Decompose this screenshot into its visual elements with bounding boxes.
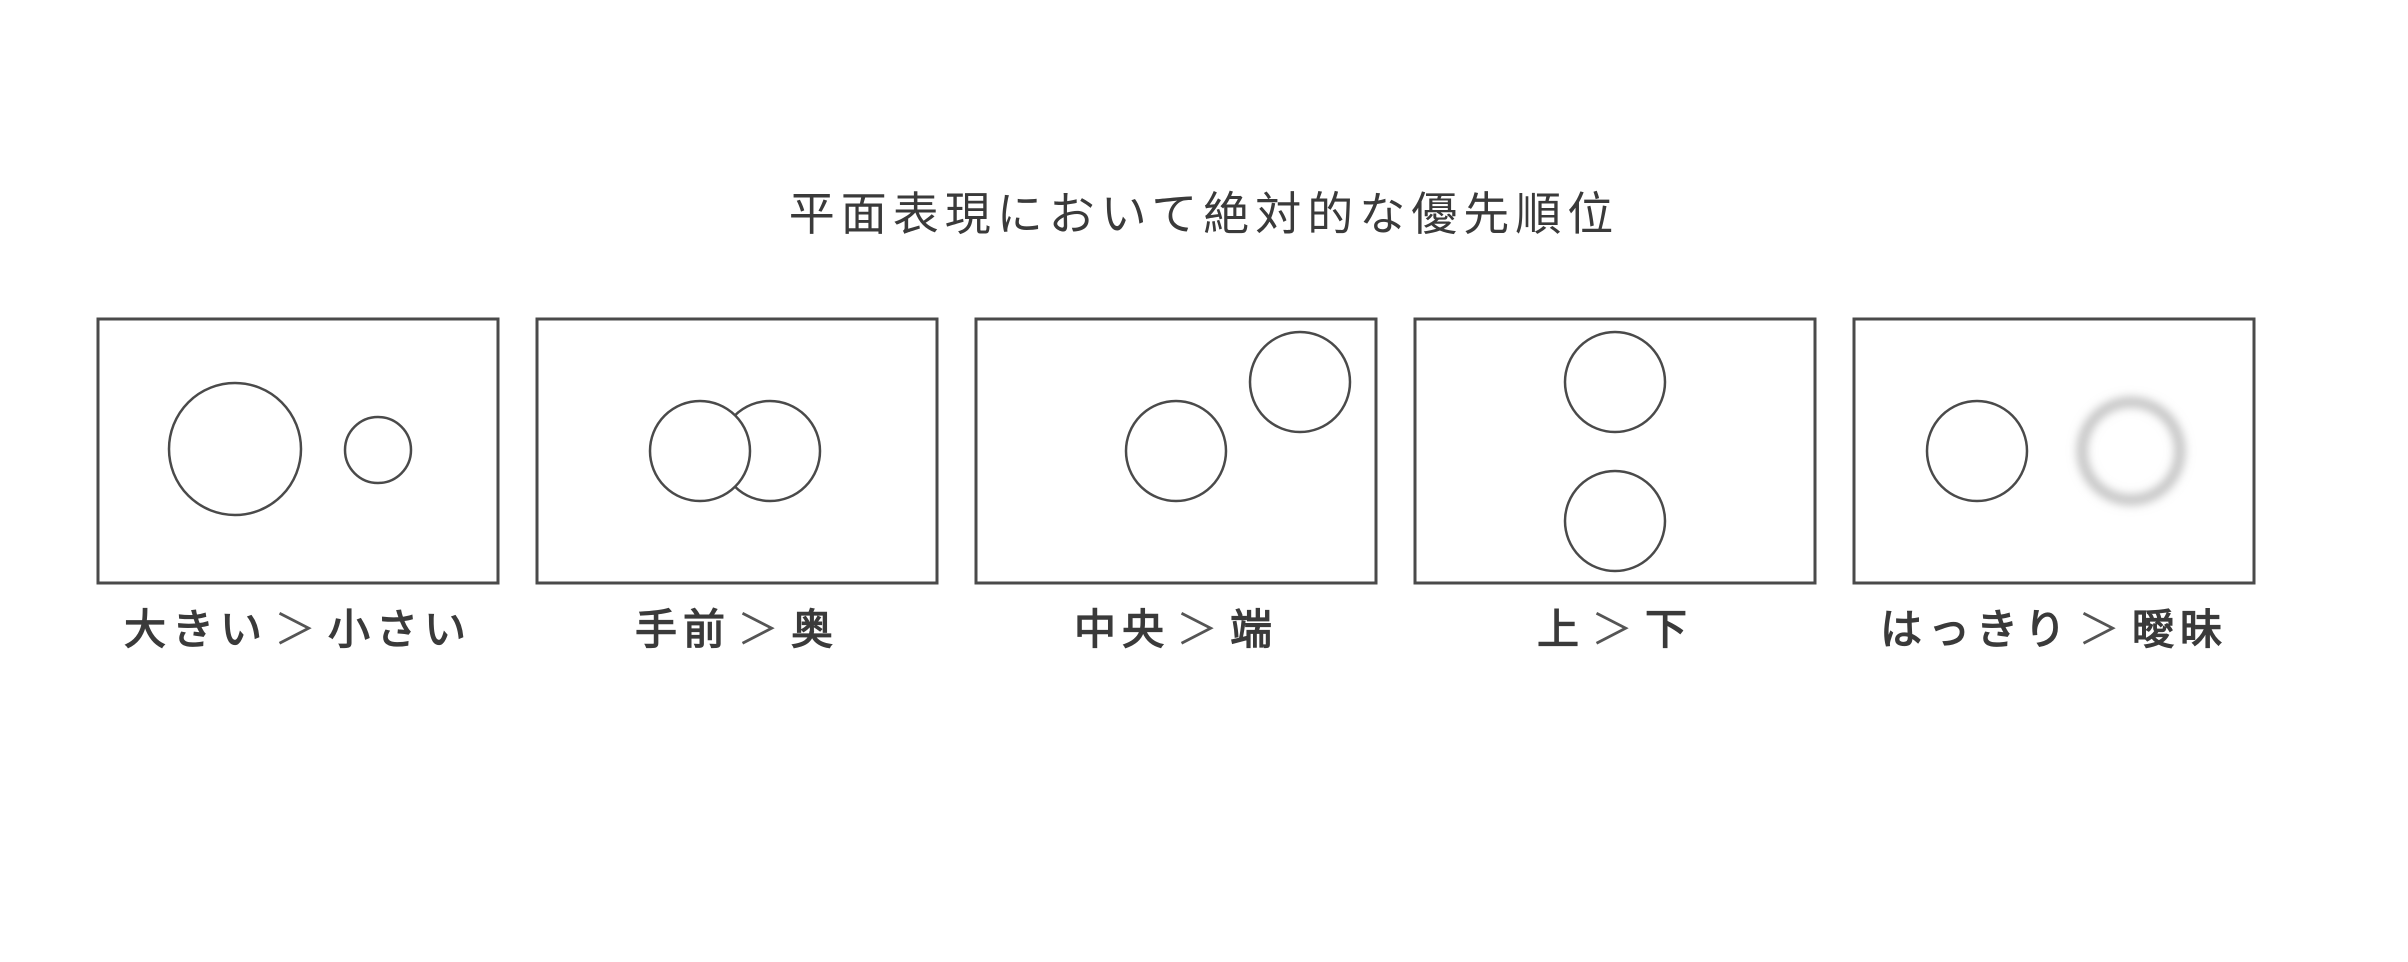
- panel-position-illustration: [974, 317, 1378, 585]
- front-circle: [648, 399, 752, 503]
- caption-size-right: 小さい: [328, 605, 473, 654]
- caption-position: 中央＞端: [956, 600, 1396, 660]
- caption-clarity-left: はっきり: [1879, 605, 2072, 654]
- caption-position-left: 中央: [1073, 605, 1170, 654]
- large-circle: [167, 381, 303, 517]
- caption-size: 大きい＞小さい: [78, 600, 518, 660]
- caption-depth-separator: ＞: [736, 605, 785, 654]
- caption-depth-right: 奥: [791, 605, 840, 654]
- diagram-title: 平面表現において絶対的な優先順位: [788, 187, 1620, 241]
- clear-circle: [1925, 399, 2029, 503]
- caption-vertical-separator: ＞: [1590, 605, 1639, 654]
- caption-depth: 手前＞奥: [517, 600, 957, 660]
- blurry-circle: [2077, 397, 2185, 505]
- caption-clarity: はっきり＞曖昧: [1834, 600, 2274, 660]
- caption-clarity-right: 曖昧: [2132, 605, 2229, 654]
- panel-clarity-illustration: [1852, 317, 2256, 585]
- caption-clarity-separator: ＞: [2077, 605, 2126, 654]
- caption-depth-left: 手前: [634, 605, 731, 654]
- caption-size-separator: ＞: [273, 605, 322, 654]
- panel-depth-illustration: [535, 317, 939, 585]
- panel-frame: [96, 317, 500, 585]
- panel-position: [974, 317, 1378, 585]
- caption-vertical: 上＞下: [1395, 600, 1835, 660]
- caption-position-separator: ＞: [1175, 605, 1224, 654]
- caption-vertical-right: 下: [1645, 605, 1694, 654]
- bottom-circle: [1563, 469, 1667, 573]
- panel-frame: [974, 317, 1378, 585]
- panel-vertical-illustration: [1413, 317, 1817, 585]
- panel-frame: [1852, 317, 2256, 585]
- center-circle: [1124, 399, 1228, 503]
- panel-depth: [535, 317, 939, 585]
- top-circle: [1563, 330, 1667, 434]
- caption-vertical-left: 上: [1536, 605, 1585, 654]
- small-circle: [343, 415, 413, 485]
- caption-size-left: 大きい: [123, 605, 268, 654]
- edge-circle: [1248, 330, 1352, 434]
- panel-vertical: [1413, 317, 1817, 585]
- panel-size-illustration: [96, 317, 500, 585]
- panel-frame: [1413, 317, 1817, 585]
- panel-size: [96, 317, 500, 585]
- caption-position-right: 端: [1230, 605, 1279, 654]
- panel-clarity: [1852, 317, 2256, 585]
